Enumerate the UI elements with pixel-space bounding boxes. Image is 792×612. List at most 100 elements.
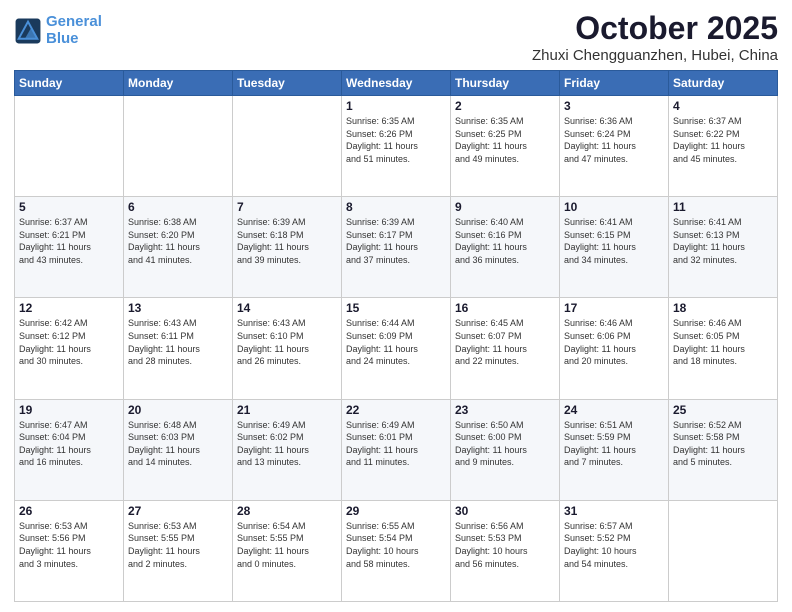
day-number: 6	[128, 200, 228, 214]
day-number: 24	[564, 403, 664, 417]
subtitle: Zhuxi Chengguanzhen, Hubei, China	[532, 47, 778, 64]
table-row: 1 Sunrise: 6:35 AM Sunset: 6:26 PM Daylig…	[342, 96, 451, 197]
day-number: 15	[346, 301, 446, 315]
table-row: 15 Sunrise: 6:44 AM Sunset: 6:09 PM Dayli…	[342, 298, 451, 399]
day-info: Sunrise: 6:41 AM Sunset: 6:13 PM Dayligh…	[673, 216, 773, 266]
day-number: 10	[564, 200, 664, 214]
day-number: 4	[673, 99, 773, 113]
day-info: Sunrise: 6:43 AM Sunset: 6:11 PM Dayligh…	[128, 317, 228, 367]
day-number: 26	[19, 504, 119, 518]
table-row: 31 Sunrise: 6:57 AM Sunset: 5:52 PM Dayli…	[560, 500, 669, 601]
table-row: 14Sunrise: 6:43 AM Sunset: 6:10 PM Dayli…	[233, 298, 342, 399]
header-row: Sunday Monday Tuesday Wednesday Thursday…	[15, 71, 778, 96]
table-row: 24 Sunrise: 6:51 AM Sunset: 5:59 PM Dayli…	[560, 399, 669, 500]
day-info: Sunrise: 6:46 AM Sunset: 6:05 PM Dayligh…	[673, 317, 773, 367]
day-number: 19	[19, 403, 119, 417]
day-info: Sunrise: 6:37 AM Sunset: 6:21 PM Dayligh…	[19, 216, 119, 266]
table-row: 27Sunrise: 6:53 AM Sunset: 5:55 PM Dayli…	[124, 500, 233, 601]
table-row	[15, 96, 124, 197]
day-number: 1	[346, 99, 446, 113]
day-info: Sunrise: 6:38 AM Sunset: 6:20 PM Dayligh…	[128, 216, 228, 266]
day-number: 12	[19, 301, 119, 315]
table-row: 9Sunrise: 6:40 AM Sunset: 6:16 PM Daylig…	[451, 197, 560, 298]
table-row: 7Sunrise: 6:39 AM Sunset: 6:18 PM Daylig…	[233, 197, 342, 298]
day-info: Sunrise: 6:40 AM Sunset: 6:16 PM Dayligh…	[455, 216, 555, 266]
table-row: 29 Sunrise: 6:55 AM Sunset: 5:54 PM Dayli…	[342, 500, 451, 601]
day-info: Sunrise: 6:53 AM Sunset: 5:56 PM Dayligh…	[19, 520, 119, 570]
page: General Blue October 2025 Zhuxi Chenggua…	[0, 0, 792, 612]
day-info: Sunrise: 6:45 AM Sunset: 6:07 PM Dayligh…	[455, 317, 555, 367]
logo-icon	[14, 17, 42, 45]
table-row	[124, 96, 233, 197]
table-row: 12 Sunrise: 6:42 AM Sunset: 6:12 PM Dayli…	[15, 298, 124, 399]
logo: General Blue	[14, 14, 102, 47]
day-info: Sunrise: 6:56 AM Sunset: 5:53 PM Dayligh…	[455, 520, 555, 570]
day-info: Sunrise: 6:54 AM Sunset: 5:55 PM Dayligh…	[237, 520, 337, 570]
day-info: Sunrise: 6:51 AM Sunset: 5:59 PM Dayligh…	[564, 419, 664, 469]
calendar-week-1: 1 Sunrise: 6:35 AM Sunset: 6:26 PM Daylig…	[15, 96, 778, 197]
day-number: 3	[564, 99, 664, 113]
day-number: 2	[455, 99, 555, 113]
calendar-week-4: 19 Sunrise: 6:47 AM Sunset: 6:04 PM Dayli…	[15, 399, 778, 500]
calendar-week-2: 5 Sunrise: 6:37 AM Sunset: 6:21 PM Daylig…	[15, 197, 778, 298]
col-monday: Monday	[124, 71, 233, 96]
day-info: Sunrise: 6:39 AM Sunset: 6:18 PM Dayligh…	[237, 216, 337, 266]
logo-line2: Blue	[46, 30, 79, 47]
day-number: 27	[128, 504, 228, 518]
day-number: 8	[346, 200, 446, 214]
day-number: 13	[128, 301, 228, 315]
table-row	[233, 96, 342, 197]
table-row: 3 Sunrise: 6:36 AM Sunset: 6:24 PM Daylig…	[560, 96, 669, 197]
table-row: 21 Sunrise: 6:49 AM Sunset: 6:02 PM Dayli…	[233, 399, 342, 500]
table-row: 28 Sunrise: 6:54 AM Sunset: 5:55 PM Dayli…	[233, 500, 342, 601]
table-row: 23Sunrise: 6:50 AM Sunset: 6:00 PM Dayli…	[451, 399, 560, 500]
table-row: 16 Sunrise: 6:45 AM Sunset: 6:07 PM Dayli…	[451, 298, 560, 399]
day-info: Sunrise: 6:44 AM Sunset: 6:09 PM Dayligh…	[346, 317, 446, 367]
day-number: 5	[19, 200, 119, 214]
day-info: Sunrise: 6:46 AM Sunset: 6:06 PM Dayligh…	[564, 317, 664, 367]
day-info: Sunrise: 6:52 AM Sunset: 5:58 PM Dayligh…	[673, 419, 773, 469]
table-row: 2 Sunrise: 6:35 AM Sunset: 6:25 PM Daylig…	[451, 96, 560, 197]
day-info: Sunrise: 6:47 AM Sunset: 6:04 PM Dayligh…	[19, 419, 119, 469]
day-number: 29	[346, 504, 446, 518]
table-row	[669, 500, 778, 601]
day-info: Sunrise: 6:49 AM Sunset: 6:01 PM Dayligh…	[346, 419, 446, 469]
calendar-table: Sunday Monday Tuesday Wednesday Thursday…	[14, 70, 778, 602]
day-info: Sunrise: 6:55 AM Sunset: 5:54 PM Dayligh…	[346, 520, 446, 570]
col-thursday: Thursday	[451, 71, 560, 96]
table-row: 18 Sunrise: 6:46 AM Sunset: 6:05 PM Dayli…	[669, 298, 778, 399]
day-number: 16	[455, 301, 555, 315]
table-row: 20Sunrise: 6:48 AM Sunset: 6:03 PM Dayli…	[124, 399, 233, 500]
table-row: 5 Sunrise: 6:37 AM Sunset: 6:21 PM Daylig…	[15, 197, 124, 298]
table-row: 17 Sunrise: 6:46 AM Sunset: 6:06 PM Dayli…	[560, 298, 669, 399]
day-info: Sunrise: 6:50 AM Sunset: 6:00 PM Dayligh…	[455, 419, 555, 469]
calendar-week-3: 12 Sunrise: 6:42 AM Sunset: 6:12 PM Dayli…	[15, 298, 778, 399]
table-row: 25 Sunrise: 6:52 AM Sunset: 5:58 PM Dayli…	[669, 399, 778, 500]
day-info: Sunrise: 6:42 AM Sunset: 6:12 PM Dayligh…	[19, 317, 119, 367]
day-number: 22	[346, 403, 446, 417]
day-number: 31	[564, 504, 664, 518]
day-info: Sunrise: 6:48 AM Sunset: 6:03 PM Dayligh…	[128, 419, 228, 469]
day-number: 21	[237, 403, 337, 417]
col-friday: Friday	[560, 71, 669, 96]
day-number: 28	[237, 504, 337, 518]
day-number: 25	[673, 403, 773, 417]
day-info: Sunrise: 6:36 AM Sunset: 6:24 PM Dayligh…	[564, 115, 664, 165]
table-row: 4Sunrise: 6:37 AM Sunset: 6:22 PM Daylig…	[669, 96, 778, 197]
col-wednesday: Wednesday	[342, 71, 451, 96]
table-row: 19 Sunrise: 6:47 AM Sunset: 6:04 PM Dayli…	[15, 399, 124, 500]
title-block: October 2025 Zhuxi Chengguanzhen, Hubei,…	[532, 10, 778, 64]
col-tuesday: Tuesday	[233, 71, 342, 96]
day-number: 14	[237, 301, 337, 315]
day-info: Sunrise: 6:41 AM Sunset: 6:15 PM Dayligh…	[564, 216, 664, 266]
day-info: Sunrise: 6:49 AM Sunset: 6:02 PM Dayligh…	[237, 419, 337, 469]
day-info: Sunrise: 6:57 AM Sunset: 5:52 PM Dayligh…	[564, 520, 664, 570]
day-info: Sunrise: 6:35 AM Sunset: 6:25 PM Dayligh…	[455, 115, 555, 165]
day-number: 17	[564, 301, 664, 315]
col-saturday: Saturday	[669, 71, 778, 96]
day-number: 18	[673, 301, 773, 315]
day-info: Sunrise: 6:35 AM Sunset: 6:26 PM Dayligh…	[346, 115, 446, 165]
table-row: 8Sunrise: 6:39 AM Sunset: 6:17 PM Daylig…	[342, 197, 451, 298]
logo-line1: General	[46, 13, 102, 30]
calendar-week-5: 26 Sunrise: 6:53 AM Sunset: 5:56 PM Dayli…	[15, 500, 778, 601]
